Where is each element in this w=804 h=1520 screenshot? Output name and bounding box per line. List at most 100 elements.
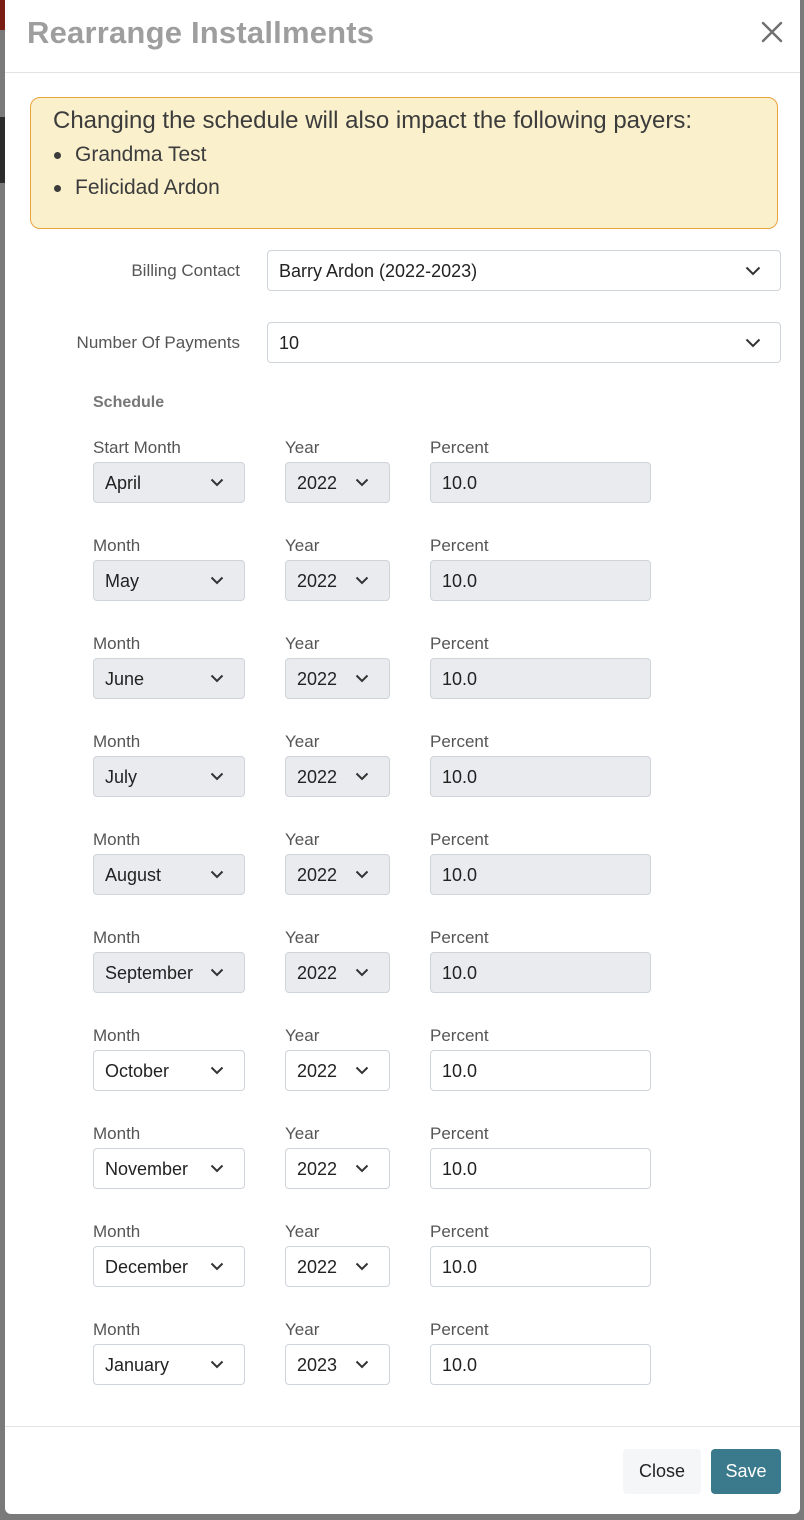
year-label: Year <box>285 438 320 457</box>
percent-value: 10.0 <box>442 1257 478 1277</box>
chevron-down-icon <box>210 1360 224 1369</box>
year-select[interactable]: 2022 <box>285 658 390 699</box>
month-value: January <box>105 1355 170 1375</box>
chevron-down-icon <box>210 478 224 487</box>
impact-warning-alert: Changing the schedule will also impact t… <box>30 97 778 229</box>
month-label: Start Month <box>93 438 181 457</box>
percent-input[interactable]: 10.0 <box>430 756 651 797</box>
chevron-down-icon <box>745 266 761 276</box>
month-value: May <box>105 571 140 591</box>
year-value: 2022 <box>297 669 338 689</box>
percent-value: 10.0 <box>442 571 478 591</box>
percent-value: 10.0 <box>442 865 478 885</box>
billing-contact-select[interactable]: Barry Ardon (2022-2023) <box>267 250 781 291</box>
month-select[interactable]: June <box>93 658 245 699</box>
chevron-down-icon <box>355 674 369 683</box>
percent-input[interactable]: 10.0 <box>430 952 651 993</box>
month-select[interactable]: December <box>93 1246 245 1287</box>
schedule-row: Month Year Percent May 2022 10.0 <box>93 536 653 626</box>
year-value: 2022 <box>297 767 338 787</box>
close-button[interactable]: Close <box>623 1449 701 1494</box>
month-label: Month <box>93 536 141 555</box>
schedule-row: Month Year Percent August 2022 10.0 <box>93 830 653 920</box>
chevron-down-icon <box>745 338 761 348</box>
year-select[interactable]: 2022 <box>285 1246 390 1287</box>
year-label: Year <box>285 1026 320 1045</box>
year-value: 2022 <box>297 473 338 493</box>
percent-value: 10.0 <box>442 473 478 493</box>
percent-value: 10.0 <box>442 963 478 983</box>
percent-label: Percent <box>430 536 489 555</box>
chevron-down-icon <box>355 1066 369 1075</box>
percent-label: Percent <box>430 634 489 653</box>
year-select[interactable]: 2023 <box>285 1344 390 1385</box>
month-value: June <box>105 669 145 689</box>
percent-value: 10.0 <box>442 1061 478 1081</box>
close-icon[interactable] <box>760 20 784 44</box>
schedule-row: Month Year Percent December 2022 10.0 <box>93 1222 653 1312</box>
percent-input[interactable]: 10.0 <box>430 1246 651 1287</box>
month-value: November <box>105 1159 189 1179</box>
month-label: Month <box>93 1320 141 1339</box>
year-select[interactable]: 2022 <box>285 1050 390 1091</box>
percent-value: 10.0 <box>442 1355 478 1375</box>
year-select[interactable]: 2022 <box>285 854 390 895</box>
month-select[interactable]: November <box>93 1148 245 1189</box>
year-label: Year <box>285 1222 320 1241</box>
month-label: Month <box>93 1026 141 1045</box>
year-select[interactable]: 2022 <box>285 756 390 797</box>
year-select[interactable]: 2022 <box>285 462 390 503</box>
chevron-down-icon <box>355 1262 369 1271</box>
month-value: July <box>105 767 138 787</box>
month-select[interactable]: September <box>93 952 245 993</box>
billing-contact-row: Billing Contact Barry Ardon (2022-2023) <box>5 250 800 292</box>
year-label: Year <box>285 1124 320 1143</box>
billing-contact-label: Billing Contact <box>131 261 240 280</box>
schedule-heading: Schedule <box>93 394 165 411</box>
year-value: 2022 <box>297 571 338 591</box>
chevron-down-icon <box>355 968 369 977</box>
percent-input[interactable]: 10.0 <box>430 1148 651 1189</box>
chevron-down-icon <box>210 1066 224 1075</box>
modal-footer: Close Save <box>5 1426 800 1514</box>
year-label: Year <box>285 536 320 555</box>
year-select[interactable]: 2022 <box>285 952 390 993</box>
number-of-payments-label: Number Of Payments <box>76 333 240 352</box>
month-select[interactable]: May <box>93 560 245 601</box>
month-select[interactable]: January <box>93 1344 245 1385</box>
year-select[interactable]: 2022 <box>285 1148 390 1189</box>
month-value: August <box>105 865 162 885</box>
chevron-down-icon <box>355 772 369 781</box>
percent-input[interactable]: 10.0 <box>430 560 651 601</box>
percent-input[interactable]: 10.0 <box>430 658 651 699</box>
month-label: Month <box>93 634 141 653</box>
save-button[interactable]: Save <box>711 1449 781 1494</box>
schedule-row: Month Year Percent June 2022 10.0 <box>93 634 653 724</box>
percent-value: 10.0 <box>442 767 478 787</box>
number-of-payments-select[interactable]: 10 <box>267 322 781 363</box>
schedule-row: Month Year Percent January 2023 10.0 <box>93 1320 653 1410</box>
month-label: Month <box>93 1124 141 1143</box>
percent-input[interactable]: 10.0 <box>430 1050 651 1091</box>
month-select[interactable]: October <box>93 1050 245 1091</box>
percent-input[interactable]: 10.0 <box>430 462 651 503</box>
month-select[interactable]: July <box>93 756 245 797</box>
year-label: Year <box>285 634 320 653</box>
year-value: 2022 <box>297 1257 338 1277</box>
month-select[interactable]: August <box>93 854 245 895</box>
year-value: 2022 <box>297 1159 338 1179</box>
month-select[interactable]: April <box>93 462 245 503</box>
chevron-down-icon <box>355 870 369 879</box>
chevron-down-icon <box>355 576 369 585</box>
percent-label: Percent <box>430 438 489 457</box>
year-value: 2023 <box>297 1355 338 1375</box>
schedule-row: Start Month Year Percent April 2022 10.0 <box>93 438 653 528</box>
year-select[interactable]: 2022 <box>285 560 390 601</box>
number-of-payments-row: Number Of Payments 10 <box>5 322 800 364</box>
year-label: Year <box>285 830 320 849</box>
percent-input[interactable]: 10.0 <box>430 854 651 895</box>
percent-input[interactable]: 10.0 <box>430 1344 651 1385</box>
year-value: 2022 <box>297 1061 338 1081</box>
affected-payers-list: Grandma Test Felicidad Ardon <box>53 138 755 204</box>
schedule-row: Month Year Percent July 2022 10.0 <box>93 732 653 822</box>
